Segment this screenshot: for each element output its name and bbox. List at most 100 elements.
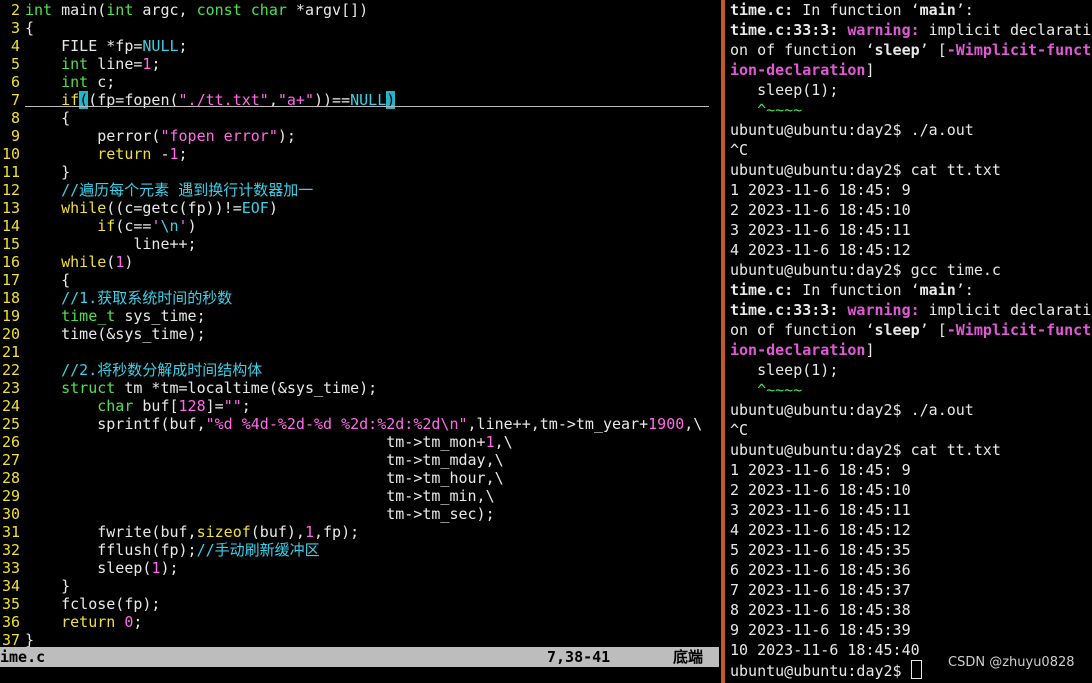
- terminal-token: ]: [865, 61, 875, 79]
- terminal-token: 2 2023-11-6 18:45:10: [730, 481, 911, 499]
- line-number: 33: [1, 559, 20, 577]
- terminal-line: on of function ‘sleep’ [-Wimplicit-funct: [730, 40, 1091, 60]
- code-token: 1: [304, 523, 314, 541]
- line-number: 7: [10, 91, 20, 109]
- line-number: 24: [1, 397, 20, 415]
- code-token: ;: [178, 37, 188, 55]
- terminal-token: ubuntu@ubuntu:day2$ ./a.out: [730, 121, 974, 139]
- line-number: 19: [1, 307, 20, 325]
- terminal-token: 5 2023-11-6 18:45:35: [730, 541, 911, 559]
- terminal-token: ubuntu@ubuntu:day2$ gcc time.c: [730, 261, 1001, 279]
- code-token: (buf),: [250, 523, 305, 541]
- terminal-token: ’ [: [919, 41, 947, 59]
- code-token: line=: [88, 55, 143, 73]
- terminal-line: ubuntu@ubuntu:day2$ ./a.out: [730, 120, 974, 140]
- code-text: {: [25, 19, 34, 37]
- terminal-token: implicit declarati: [919, 21, 1092, 39]
- terminal-token: ubuntu@ubuntu:day2$ cat tt.txt: [730, 161, 1001, 179]
- terminal-line: 10 2023-11-6 18:45:40: [730, 640, 920, 660]
- code-text: char buf[128]="";: [25, 397, 251, 415]
- vim-status-line: ime.c 7,38-41 底端: [0, 647, 719, 667]
- code-token: ;: [178, 145, 188, 163]
- terminal-token: In function ‘: [793, 1, 920, 19]
- code-token: {: [25, 109, 71, 127]
- line-number: 32: [1, 541, 20, 559]
- code-text: fclose(fp);: [25, 595, 160, 613]
- code-token: {: [25, 271, 71, 289]
- terminal-line: time.c: In function ‘main’:: [730, 0, 974, 20]
- terminal-line: 4 2023-11-6 18:45:12: [730, 520, 911, 540]
- terminal-token: 4 2023-11-6 18:45:12: [730, 521, 911, 539]
- code-text: tm->tm_mday,\: [25, 451, 503, 469]
- code-token: //手动刷新缓冲区: [196, 541, 320, 559]
- terminal-token: time.c:33:3:: [730, 21, 848, 39]
- terminal-token: time.c:: [730, 1, 794, 19]
- line-number: 31: [1, 523, 20, 541]
- code-token: ;: [133, 613, 143, 631]
- code-token: char: [97, 397, 134, 415]
- terminal-token: on of function ‘: [730, 321, 875, 339]
- code-token: sprintf(buf,: [25, 415, 206, 433]
- line-number: 30: [1, 505, 20, 523]
- code-text: time(&sys_time);: [25, 325, 206, 343]
- terminal-token: 3 2023-11-6 18:45:11: [730, 221, 911, 239]
- terminal-line: 4 2023-11-6 18:45:12: [730, 240, 911, 260]
- line-number: 25: [1, 415, 20, 433]
- code-token: while: [61, 199, 107, 217]
- code-text: int main(int argc, const char *argv[]): [25, 1, 368, 19]
- code-token: tm->tm_hour,\: [25, 469, 504, 487]
- line-number: 26: [1, 433, 20, 451]
- code-token: );: [160, 559, 179, 577]
- terminal-line: 1 2023-11-6 18:45: 9: [730, 460, 911, 480]
- code-text: line++;: [25, 235, 196, 253]
- code-token: while: [61, 253, 107, 271]
- code-token: perror(: [25, 127, 161, 145]
- terminal-pane[interactable]: time.c: In function ‘main’: time.c:33:3: …: [729, 0, 1092, 683]
- code-token: ': [178, 217, 188, 235]
- code-token: "fopen error": [160, 127, 278, 145]
- code-token: int: [25, 1, 53, 19]
- terminal-token: 2 2023-11-6 18:45:10: [730, 201, 911, 219]
- terminal-token: ’:: [955, 281, 974, 299]
- terminal-token: -Wimplicit-funct: [946, 321, 1092, 339]
- vim-editor-pane[interactable]: 2 int main(int argc, const char *argv[]) 3…: [0, 0, 719, 683]
- code-token: (c==: [115, 217, 152, 235]
- line-number: 3: [10, 19, 20, 37]
- terminal-line: 2 2023-11-6 18:45:10: [730, 200, 911, 220]
- terminal-token: ]: [865, 341, 875, 359]
- code-token: sys_time;: [115, 307, 206, 325]
- line-number: 21: [1, 343, 20, 361]
- terminal-token: ’:: [955, 1, 974, 19]
- terminal-token: warning:: [847, 301, 920, 319]
- code-token: main(: [52, 1, 107, 19]
- terminal-token: ^C: [730, 141, 749, 159]
- terminal-token: In function ‘: [793, 281, 920, 299]
- code-token: }: [25, 577, 71, 595]
- code-token: struct: [61, 379, 116, 397]
- line-number: 23: [1, 379, 20, 397]
- terminal-token: ^~~~~: [730, 381, 803, 399]
- pane-divider[interactable]: [719, 0, 729, 683]
- code-text: struct tm *tm=localtime(&sys_time);: [25, 379, 377, 397]
- code-token: ]=: [205, 397, 224, 415]
- line-number: 5: [10, 55, 20, 73]
- terminal-token: ’ [: [919, 321, 947, 339]
- code-token: //1.获取系统时间的秒数: [25, 289, 233, 307]
- code-text: sleep(1);: [25, 559, 179, 577]
- terminal-token: sleep: [874, 321, 920, 339]
- terminal-token: 7 2023-11-6 18:45:37: [730, 581, 911, 599]
- code-token: time(&sys_time);: [25, 325, 206, 343]
- code-token: 1900: [648, 415, 685, 433]
- terminal-token: sleep: [874, 41, 920, 59]
- terminal-line: ubuntu@ubuntu:day2$ cat tt.txt: [730, 160, 1001, 180]
- terminal-line: sleep(1);: [730, 80, 838, 100]
- code-token: ,fp);: [314, 523, 360, 541]
- code-token: tm *tm=localtime(&sys_time);: [115, 379, 378, 397]
- terminal-line: 6 2023-11-6 18:45:36: [730, 560, 911, 580]
- code-text: tm->tm_hour,\: [25, 469, 504, 487]
